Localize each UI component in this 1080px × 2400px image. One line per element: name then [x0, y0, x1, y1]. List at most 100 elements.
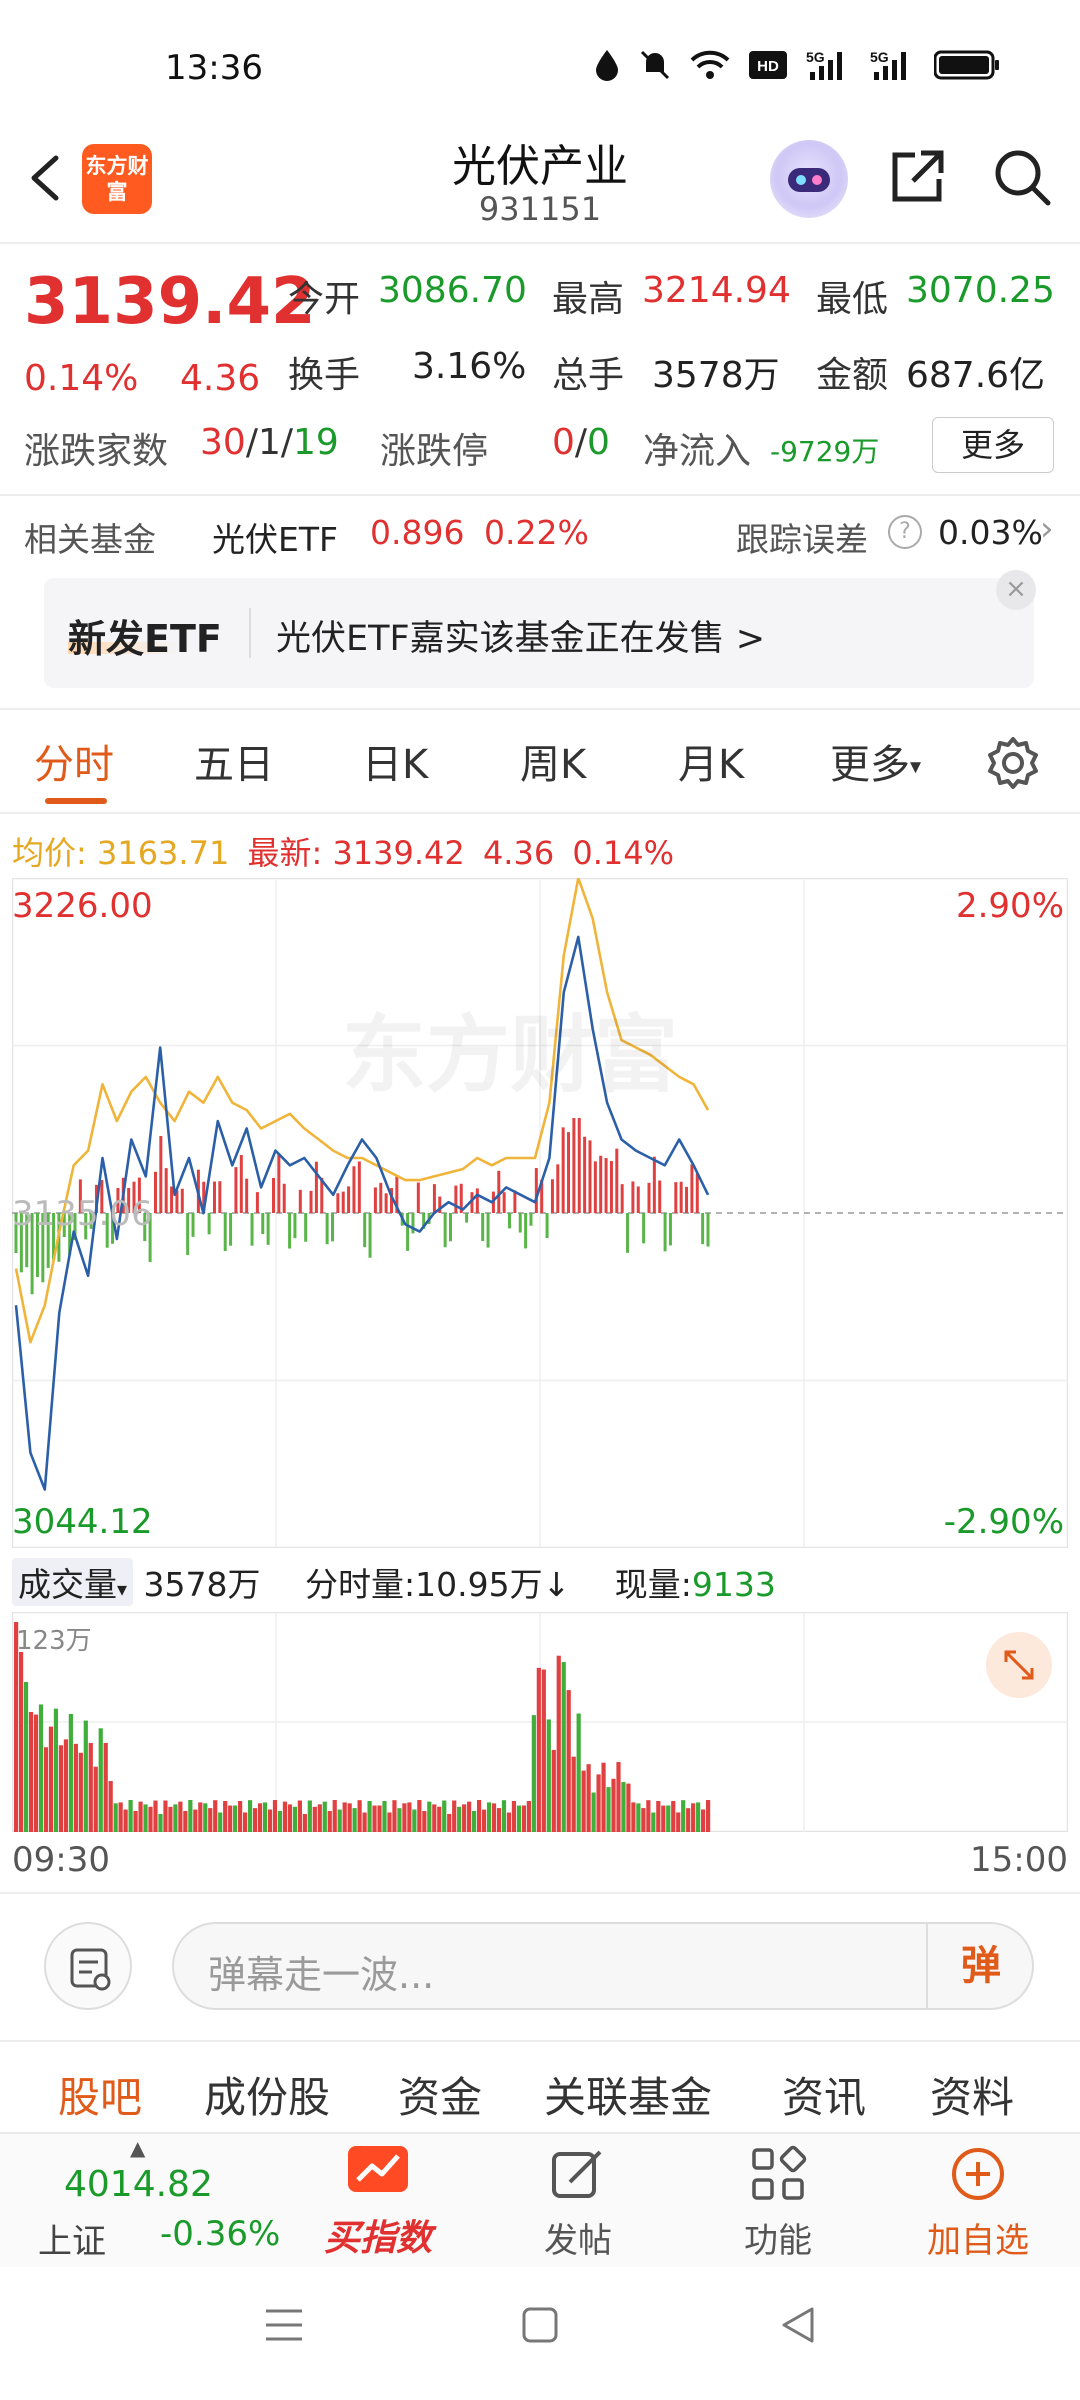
time-end-label: 15:00	[970, 1840, 1068, 1880]
volume-bar	[362, 1812, 367, 1832]
buy-index-button[interactable]: 买指数	[318, 2144, 438, 2261]
tabs-divider	[0, 812, 1080, 814]
post-button[interactable]: 发帖	[518, 2144, 638, 2262]
volume-bar	[342, 1802, 347, 1832]
volume-bar	[78, 1752, 83, 1832]
new-etf-banner[interactable]: 新发ETF 光伏ETF嘉实该基金正在发售 > ×	[44, 570, 1036, 688]
tab-news[interactable]: 资讯	[782, 2064, 866, 2125]
intraday-chart[interactable]: 3226.00 2.90% 3044.12 -2.90% 3135.06 东方财…	[11, 876, 1069, 1549]
limit-label: 涨跌停	[380, 431, 489, 472]
volume-bar	[387, 1812, 392, 1832]
track-error-label: 跟踪误差	[736, 520, 868, 559]
volume-bar	[257, 1803, 263, 1832]
volume-bar	[681, 1800, 686, 1832]
post-label: 发帖	[544, 2221, 612, 2261]
hd-icon: HD	[748, 48, 788, 82]
volume-bar	[203, 1803, 208, 1832]
back-nav-button[interactable]	[778, 2305, 818, 2349]
add-watchlist-label: 加自选	[927, 2221, 1029, 2261]
total-volume-label: 总手	[552, 355, 625, 396]
volume-bar	[541, 1669, 546, 1832]
home-nav-button[interactable]	[520, 2305, 560, 2349]
turnover-label: 换手	[288, 355, 361, 396]
help-icon[interactable]: ?	[888, 515, 922, 549]
current-volume: 9133	[691, 1565, 776, 1604]
volume-bar	[531, 1715, 536, 1832]
function-button[interactable]: 功能	[718, 2144, 838, 2262]
volume-bar	[521, 1805, 526, 1832]
bottom-action-bar: ▲ 4014.82 上证 -0.36% 买指数 发帖 功能 加自选	[0, 2132, 1080, 2267]
volume-bar	[621, 1782, 626, 1832]
volume-bar	[402, 1803, 407, 1832]
chevron-right-icon: ›	[1040, 509, 1054, 549]
tab-more[interactable]: 更多▾	[830, 732, 921, 790]
related-fund-row[interactable]: 相关基金 光伏ETF 0.896 0.22% 跟踪误差 ? 0.03% ›	[0, 505, 1080, 565]
menu-nav-button[interactable]	[262, 2305, 306, 2349]
volume-total: 3578万	[143, 1565, 261, 1604]
volume-bar	[661, 1805, 666, 1832]
volume-bar	[148, 1806, 153, 1832]
volume-bar	[193, 1809, 198, 1832]
add-watchlist-button[interactable]: 加自选	[918, 2144, 1038, 2262]
expand-button[interactable]	[986, 1632, 1052, 1698]
volume-bar	[546, 1719, 551, 1832]
volume-bar	[651, 1812, 656, 1832]
volume-bar	[382, 1801, 387, 1832]
tab-guba[interactable]: 股吧	[58, 2064, 142, 2125]
danmu-send-button[interactable]: 弹	[926, 1922, 1034, 2010]
volume-bar	[307, 1800, 312, 1832]
volume-bar	[252, 1808, 258, 1832]
banner-close-button[interactable]: ×	[996, 570, 1036, 610]
volume-bar	[452, 1800, 457, 1832]
volume-bar	[233, 1805, 238, 1832]
tab-monthly-k[interactable]: 月K	[678, 732, 744, 790]
volume-bar	[262, 1802, 268, 1832]
volume-bar	[327, 1810, 332, 1832]
total-volume-value: 3578万	[652, 355, 780, 396]
volume-bar	[347, 1803, 352, 1832]
volume-bar	[656, 1800, 661, 1832]
volume-bar	[427, 1801, 432, 1832]
latest-label: 最新:	[247, 834, 323, 872]
tab-funds-flow[interactable]: 资金	[398, 2064, 482, 2125]
back-button[interactable]	[18, 148, 78, 208]
tab-related-funds[interactable]: 关联基金	[544, 2064, 712, 2125]
volume-bar	[417, 1800, 422, 1832]
low-value: 3070.25	[906, 270, 1055, 311]
volume-bar	[138, 1801, 143, 1832]
tab-constituents[interactable]: 成份股	[204, 2064, 330, 2125]
amount-value: 687.6亿	[906, 355, 1046, 396]
volume-chart[interactable]: 123万	[11, 1611, 1069, 1833]
volume-bar	[143, 1804, 148, 1832]
volume-bar	[213, 1800, 218, 1832]
ai-assistant-button[interactable]	[770, 140, 848, 218]
tab-intraday[interactable]: 分时	[34, 732, 114, 790]
volume-bar	[198, 1802, 203, 1832]
danmu-settings-button[interactable]	[44, 1922, 132, 2010]
signal-5g-icon-2: 5G	[870, 48, 916, 82]
danmu-divider	[0, 2040, 1080, 2042]
search-button[interactable]	[990, 145, 1054, 209]
edit-icon	[552, 2150, 602, 2198]
volume-bar	[496, 1808, 502, 1832]
index-ticker[interactable]: 4014.82	[64, 2164, 213, 2205]
y-min-label: 3044.12	[12, 1502, 153, 1542]
tab-five-day[interactable]: 五日	[194, 732, 274, 790]
tab-profile[interactable]: 资料	[930, 2064, 1014, 2125]
volume-bar	[173, 1804, 178, 1832]
low-label: 最低	[816, 279, 889, 320]
more-button[interactable]: 更多	[932, 417, 1054, 473]
tab-weekly-k[interactable]: 周K	[520, 732, 586, 790]
volume-bar	[506, 1812, 512, 1832]
expand-icon	[1004, 1650, 1034, 1680]
volume-bar	[183, 1810, 188, 1832]
status-time: 13:36	[165, 48, 263, 88]
caret-up-icon: ▲	[130, 2136, 146, 2160]
chart-settings-button[interactable]	[985, 735, 1041, 791]
tab-daily-k[interactable]: 日K	[362, 732, 428, 790]
volume-bar	[457, 1806, 462, 1832]
volume-bar	[367, 1800, 372, 1832]
volume-bar	[352, 1808, 357, 1832]
share-button[interactable]	[885, 145, 949, 209]
volume-selector[interactable]: 成交量▾	[12, 1558, 134, 1606]
